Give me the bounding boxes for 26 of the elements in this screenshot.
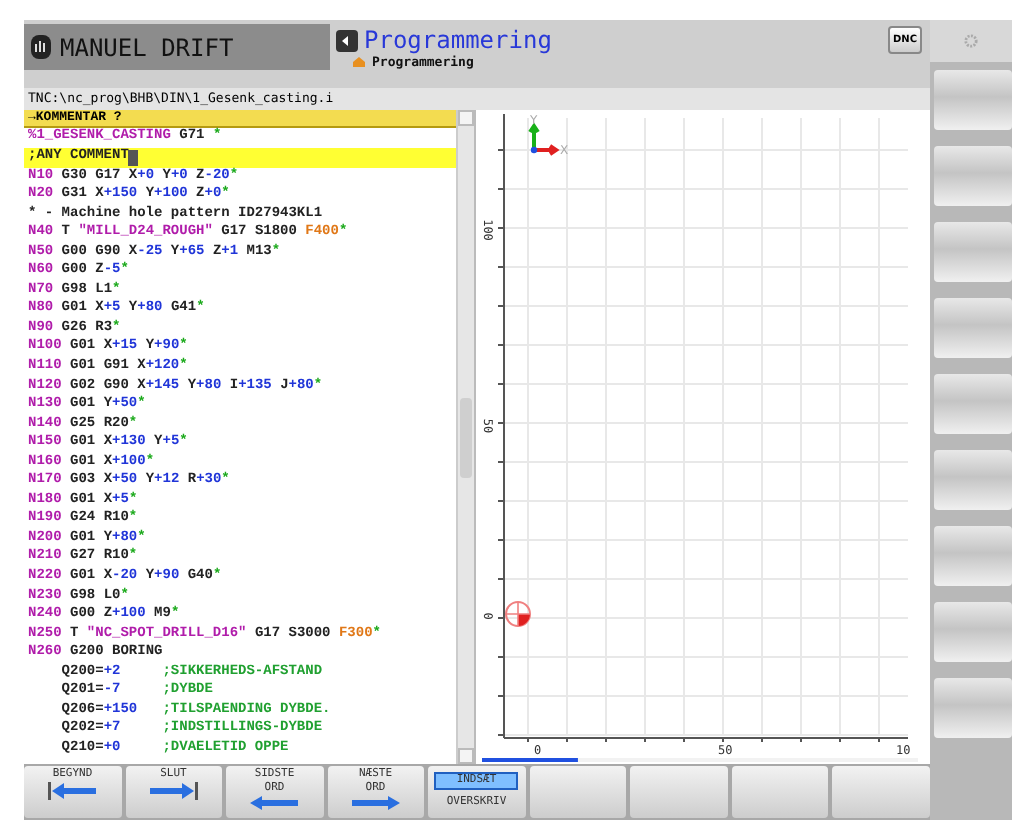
softkey-button[interactable] bbox=[934, 146, 1012, 206]
softkey-button[interactable] bbox=[630, 766, 727, 819]
arrow-right-icon bbox=[351, 796, 400, 811]
softkey-button[interactable] bbox=[832, 766, 929, 819]
softkey-button[interactable] bbox=[731, 766, 828, 819]
softkey-button[interactable] bbox=[934, 678, 1012, 738]
softkey-button[interactable] bbox=[934, 374, 1012, 434]
softkey-button[interactable] bbox=[934, 70, 1012, 130]
mode-title: MANUEL DRIFT bbox=[60, 33, 234, 61]
softkey-button[interactable] bbox=[934, 450, 1012, 510]
softkey-button[interactable] bbox=[934, 298, 1012, 358]
softkey-button[interactable] bbox=[934, 222, 1012, 282]
target-icon bbox=[505, 601, 531, 628]
scrollbar[interactable] bbox=[456, 110, 474, 765]
softkey-button[interactable] bbox=[529, 766, 626, 819]
text-cursor bbox=[128, 149, 139, 166]
softkey-button[interactable] bbox=[934, 602, 1012, 662]
gear-icon bbox=[964, 34, 978, 48]
arrow-right-to-bar-icon bbox=[147, 782, 200, 801]
program-mode-icon bbox=[336, 29, 358, 51]
axis-arrows-icon bbox=[528, 123, 560, 157]
softkey-button[interactable] bbox=[934, 526, 1012, 586]
house-icon bbox=[352, 56, 366, 68]
arrow-left-icon bbox=[250, 796, 299, 811]
arrow-left-to-bar-icon bbox=[46, 782, 99, 801]
program-mode-title: Programmering bbox=[364, 26, 552, 54]
